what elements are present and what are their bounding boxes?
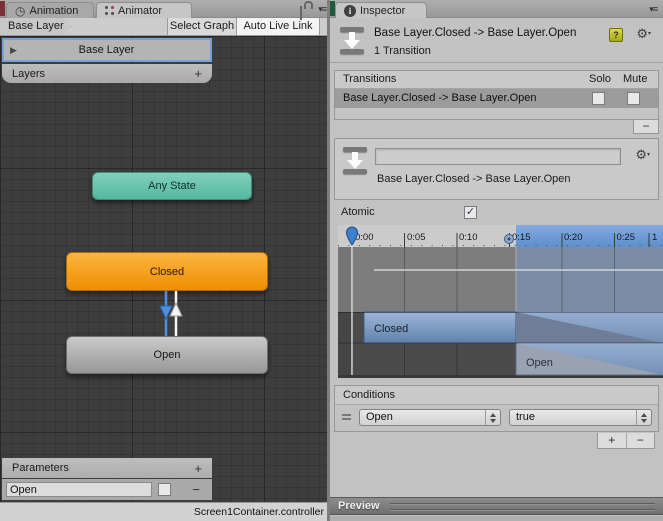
clock-icon: ◷: [15, 3, 26, 18]
breadcrumb-label: Base Layer: [8, 20, 64, 32]
tick-label: 0:05: [407, 232, 426, 243]
condition-add-remove-bar: + −: [597, 433, 655, 449]
preview-bar[interactable]: Preview: [330, 497, 663, 515]
base-layer-widget-label: Base Layer: [78, 44, 135, 56]
transitions-list-header: Transitions Solo Mute: [335, 71, 658, 89]
add-parameter-button[interactable]: +: [194, 461, 202, 476]
parameters-title: Parameters: [12, 462, 69, 474]
inspector-panel: i Inspector ▾≡ Base Layer.Closed -> Base…: [300, 0, 663, 521]
animator-toolbar: Base Layer Select Graph Auto Live Link: [0, 18, 330, 36]
svg-text:Closed: Closed: [374, 323, 408, 335]
parameter-name-field[interactable]: [6, 482, 152, 497]
drag-handle-icon[interactable]: [342, 414, 351, 422]
transition-timeline[interactable]: Closed Open 0:00 0:05 0:10 0:15 0:20 0:2…: [338, 225, 663, 378]
tab-animator-label: Animator: [118, 4, 163, 17]
transition-open-to-closed-arrow[interactable]: [169, 291, 183, 336]
condition-value: true: [516, 411, 535, 423]
condition-parameter-dropdown[interactable]: Open: [359, 409, 501, 426]
transition-closed-to-open-arrow[interactable]: [159, 291, 173, 336]
svg-text:Open: Open: [526, 357, 553, 369]
add-layer-button[interactable]: +: [194, 66, 202, 81]
parameters-header[interactable]: Parameters +: [2, 458, 212, 478]
node-any-state-label: Any State: [148, 180, 196, 192]
conditions-block: Conditions Open true: [334, 385, 659, 432]
remove-transition-button[interactable]: −: [633, 120, 659, 134]
inspector-header: Base Layer.Closed -> Base Layer.Open 1 T…: [330, 18, 663, 63]
timeline-canvas: Closed Open 0:00 0:05 0:10 0:15 0:20 0:2…: [338, 225, 663, 378]
inspector-subtitle: 1 Transition: [374, 45, 431, 57]
help-icon[interactable]: ?: [609, 28, 623, 42]
tab-inspector-label: Inspector: [360, 4, 406, 17]
transition-name-label: Base Layer.Closed -> Base Layer.Open: [377, 173, 571, 185]
transition-start-marker[interactable]: [504, 234, 514, 244]
open-state-bar[interactable]: Open: [515, 342, 663, 376]
window-edge-accent: [0, 1, 5, 16]
tick-label: 0:10: [459, 232, 478, 243]
auto-live-link-button[interactable]: Auto Live Link: [236, 18, 320, 35]
transitions-title: Transitions: [343, 73, 397, 85]
gear-icon[interactable]: ⚙▾: [635, 148, 650, 162]
parameter-value-checkbox[interactable]: [158, 483, 171, 496]
node-open-label: Open: [153, 349, 181, 361]
tick-label: 0:15: [512, 232, 531, 243]
mute-checkbox[interactable]: [627, 92, 640, 105]
preview-title: Preview: [338, 500, 380, 512]
tick-label: 0:20: [564, 232, 583, 243]
tick-label: 0:25: [617, 232, 636, 243]
solo-checkbox[interactable]: [592, 92, 605, 105]
inspector-tabbar: i Inspector ▾≡: [300, 0, 663, 20]
atomic-row: Atomic ✓: [330, 206, 663, 222]
panel-menu-icon[interactable]: ▾≡: [318, 4, 327, 15]
remove-parameter-button[interactable]: −: [192, 482, 208, 497]
layers-bar-label: Layers: [12, 67, 46, 80]
base-layer-widget[interactable]: ▶ Base Layer: [2, 38, 212, 62]
parameter-row: −: [2, 479, 212, 500]
atomic-checkbox[interactable]: ✓: [464, 206, 477, 219]
transitions-list: Transitions Solo Mute Base Layer.Closed …: [334, 70, 659, 120]
condition-value-dropdown[interactable]: true: [509, 409, 652, 426]
transition-icon: [340, 27, 364, 54]
controller-path-label: Screen1Container.controller: [193, 506, 324, 518]
conditions-header: Conditions: [335, 386, 658, 405]
tab-animation-label: Animation: [29, 4, 79, 17]
transition-row-label: Base Layer.Closed -> Base Layer.Open: [343, 92, 537, 104]
transition-icon: [343, 147, 367, 174]
inspector-title: Base Layer.Closed -> Base Layer.Open: [374, 27, 577, 39]
condition-row: Open true: [335, 405, 658, 432]
tab-inspector[interactable]: i Inspector: [335, 2, 427, 18]
condition-parameter-value: Open: [366, 411, 393, 423]
tab-animation[interactable]: ◷ Animation: [6, 2, 94, 18]
closed-state-bar[interactable]: Closed: [363, 311, 663, 344]
tick-label: 1: [652, 232, 657, 243]
transition-arrows: [159, 291, 183, 336]
lock-icon[interactable]: [300, 6, 302, 20]
inspector-menu-icon[interactable]: ▾≡: [649, 4, 658, 15]
transition-name-field[interactable]: [375, 148, 621, 165]
node-open[interactable]: Open: [66, 336, 268, 374]
dropdown-arrows-icon: [636, 410, 651, 425]
select-graph-button[interactable]: Select Graph: [167, 18, 237, 35]
remove-condition-button[interactable]: −: [627, 433, 655, 448]
layers-bar[interactable]: Layers +: [2, 64, 212, 83]
info-icon: i: [344, 4, 356, 17]
bottom-strip: [330, 516, 663, 521]
tab-animator[interactable]: Animator: [96, 2, 192, 18]
solo-column-label: Solo: [589, 73, 612, 85]
preview-drag-handle[interactable]: [389, 502, 655, 510]
play-triangle-icon: ▶: [10, 44, 17, 55]
animator-icon: [105, 6, 114, 15]
transition-name-block: ⚙▾ Base Layer.Closed -> Base Layer.Open: [334, 138, 659, 200]
add-condition-button[interactable]: +: [598, 433, 627, 448]
dropdown-arrows-icon: [485, 410, 500, 425]
controller-status-bar: Screen1Container.controller: [0, 502, 330, 521]
mute-column-label: Mute: [623, 73, 648, 85]
node-any-state[interactable]: Any State: [92, 172, 252, 200]
animator-panel: ◷ Animation Animator ▾≡ Base Layer Selec…: [0, 0, 330, 521]
animator-tabbar: ◷ Animation Animator ▾≡: [0, 0, 330, 18]
transition-row[interactable]: Base Layer.Closed -> Base Layer.Open: [335, 89, 658, 108]
state-machine-graph[interactable]: ▶ Base Layer Layers + Any State Closed O…: [0, 36, 330, 502]
atomic-label: Atomic: [341, 206, 375, 218]
gear-icon[interactable]: ⚙▾: [636, 27, 651, 41]
breadcrumb[interactable]: Base Layer: [0, 18, 72, 35]
